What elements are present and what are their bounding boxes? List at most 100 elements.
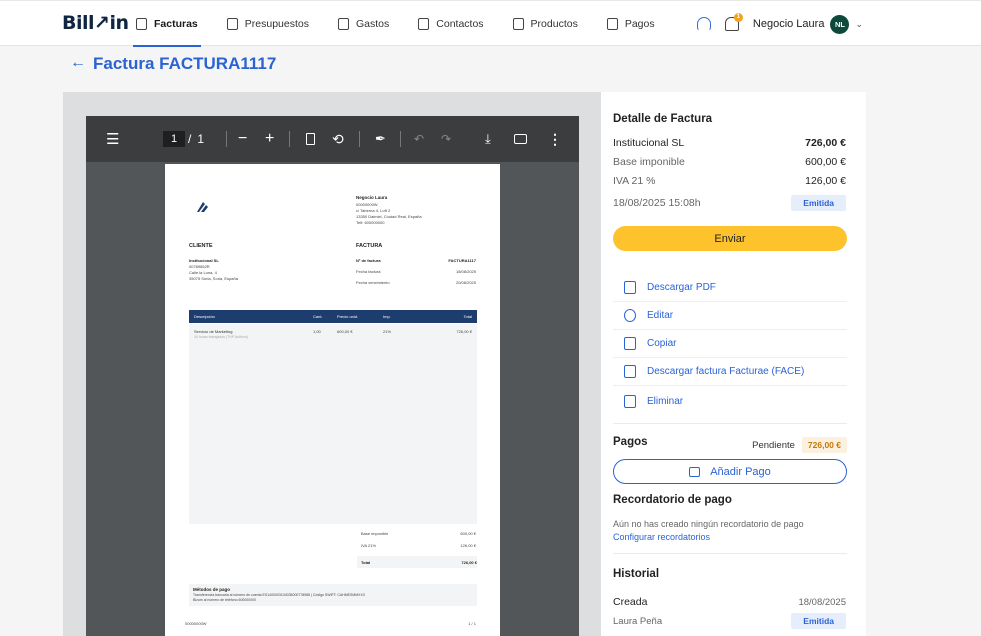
doc-col-description: Descripción: [194, 314, 215, 319]
top-navbar: Bill↗in Facturas Presupuestos Gastos Con…: [0, 0, 981, 47]
copy-action[interactable]: Copiar: [613, 330, 847, 358]
pdf-file-icon: [624, 281, 636, 294]
add-payment-icon: [689, 466, 701, 477]
doc-invoice-number-label: Nº de factura: [356, 258, 381, 263]
nav-item-facturas[interactable]: Facturas: [133, 1, 201, 47]
fit-page-icon[interactable]: [306, 116, 315, 162]
nav-item-contactos[interactable]: Contactos: [415, 1, 486, 47]
nav-item-gastos[interactable]: Gastos: [335, 1, 392, 47]
doc-invoice-date-label: Fecha factura: [356, 269, 381, 274]
annotate-pen-icon[interactable]: ✒: [375, 116, 386, 162]
redo-icon[interactable]: ↷: [441, 116, 451, 162]
add-payment-button[interactable]: Añadir Pago: [613, 459, 847, 484]
doc-client-line: Calle la Luna, 4: [189, 270, 217, 275]
invoice-icon: [136, 18, 147, 30]
detail-client-row: Institucional SL 726,00 €: [613, 137, 846, 149]
section-divider: [613, 553, 847, 554]
doc-total-row: Total 726,00 €: [357, 556, 477, 568]
page-total: 1: [197, 132, 205, 146]
zoom-out-icon[interactable]: −: [238, 116, 247, 162]
nav-item-pagos[interactable]: Pagos: [604, 1, 658, 47]
history-date: 18/08/2025: [798, 596, 846, 608]
payments-amount-badge: 726,00 €: [801, 437, 847, 453]
doc-payment-box: Métodos de pago Transferencia bancaria a…: [189, 584, 477, 606]
rotate-icon[interactable]: ⟲: [332, 116, 344, 162]
print-icon[interactable]: [514, 116, 527, 162]
page-number-input[interactable]: 1: [163, 131, 185, 147]
products-icon: [512, 18, 524, 30]
detail-title: Detalle de Factura: [613, 113, 713, 125]
doc-client-line: 00789852R: [189, 264, 210, 269]
history-row: Creada 18/08/2025: [613, 596, 846, 608]
doc-iva-value: 126,00 €: [460, 543, 476, 548]
history-status-badge: Emitida: [791, 613, 846, 629]
edit-action[interactable]: Editar: [613, 302, 847, 330]
undo-icon[interactable]: ↶: [414, 116, 424, 162]
detail-datetime: 18/08/2025 15:08h: [613, 197, 701, 209]
nav-item-presupuestos[interactable]: Presupuestos: [224, 1, 312, 47]
doc-due-date: 20/08/2025: [455, 280, 476, 285]
contacts-icon: [418, 18, 430, 30]
section-divider: [613, 423, 847, 424]
doc-due-date-label: Fecha vencimiento: [356, 280, 390, 285]
support-headset-icon[interactable]: [696, 17, 711, 31]
doc-company-line: 00000000W: [356, 202, 378, 207]
doc-item-total: 726,00 €: [456, 329, 472, 334]
user-area: 1 Negocio Laura NL ⌄: [696, 1, 863, 47]
doc-payment-heading: Métodos de pago: [193, 587, 230, 592]
nav-item-label: Gastos: [356, 18, 390, 30]
doc-footer-left: 00000000W: [185, 621, 207, 626]
history-user-row: Laura Peña Emitida: [613, 613, 846, 629]
facturae-file-icon: [624, 365, 636, 378]
download-facturae-action[interactable]: Descargar factura Facturae (FACE): [613, 358, 847, 386]
doc-iva-label: IVA 21%: [361, 543, 377, 548]
payments-status-label: Pendiente: [752, 439, 795, 451]
doc-item-detail: 40 horas trabajadas (THP Ashford): [194, 335, 249, 339]
download-pdf-action[interactable]: Descargar PDF: [613, 274, 847, 302]
main-nav: Facturas Presupuestos Gastos Contactos P…: [133, 1, 681, 47]
detail-iva-row: IVA 21 % 126,00 €: [613, 175, 846, 187]
reminder-title: Recordatorio de pago: [613, 494, 732, 506]
doc-table-header: Descripción Cant. Precio unid. Imp. Tota…: [189, 310, 477, 323]
download-icon[interactable]: ⤓: [485, 116, 491, 162]
send-button[interactable]: Enviar: [613, 226, 847, 251]
edit-icon: [624, 309, 636, 322]
notifications-bell-icon[interactable]: 1: [724, 13, 743, 31]
billin-logo[interactable]: Bill↗in: [62, 12, 129, 34]
doc-item-qty: 1,00: [313, 329, 321, 334]
doc-base-label: Base imponible: [361, 531, 389, 536]
delete-action[interactable]: Eliminar: [613, 387, 847, 415]
more-options-icon[interactable]: ⋮: [548, 116, 562, 162]
quote-icon: [226, 18, 238, 30]
doc-total-value: 726,00 €: [461, 560, 477, 565]
reminder-empty-text: Aún no has creado ningún recordatorio de…: [613, 519, 804, 529]
configure-reminders-link[interactable]: Configurar recordatorios: [613, 532, 710, 542]
page-separator: /: [188, 132, 192, 146]
pdf-toolbar: ☰ 1 / 1 − + ⟲ ✒ ↶ ↷ ⤓ ⋮: [86, 116, 579, 162]
menu-icon[interactable]: ☰: [106, 116, 119, 162]
payments-title: Pagos: [613, 436, 648, 448]
history-title: Historial: [613, 568, 660, 580]
nav-item-productos[interactable]: Productos: [510, 1, 581, 47]
doc-col-qty: Cant.: [313, 314, 323, 319]
copy-icon: [624, 337, 636, 350]
avatar[interactable]: NL: [830, 14, 850, 34]
back-arrow-icon[interactable]: ←: [70, 54, 86, 72]
status-badge: Emitida: [791, 195, 846, 211]
toolbar-divider: [226, 131, 227, 147]
notification-count-badge: 1: [733, 13, 743, 22]
trash-icon: [624, 394, 636, 408]
detail-total: 726,00 €: [805, 137, 846, 149]
page-title: Factura FACTURA1117: [93, 54, 277, 73]
action-label: Copiar: [647, 338, 677, 349]
detail-iva-label: IVA 21 %: [613, 175, 656, 187]
toolbar-divider: [359, 131, 360, 147]
chevron-down-icon[interactable]: ⌄: [855, 19, 863, 30]
user-name[interactable]: Negocio Laura: [753, 18, 825, 30]
nav-item-label: Facturas: [154, 18, 198, 30]
doc-base-value: 600,00 €: [460, 531, 476, 536]
doc-item-description: Servicio de Marketing: [194, 329, 233, 334]
add-payment-label: Añadir Pago: [710, 465, 771, 478]
zoom-in-icon[interactable]: +: [265, 116, 274, 162]
detail-base-row: Base imponible 600,00 €: [613, 156, 846, 168]
